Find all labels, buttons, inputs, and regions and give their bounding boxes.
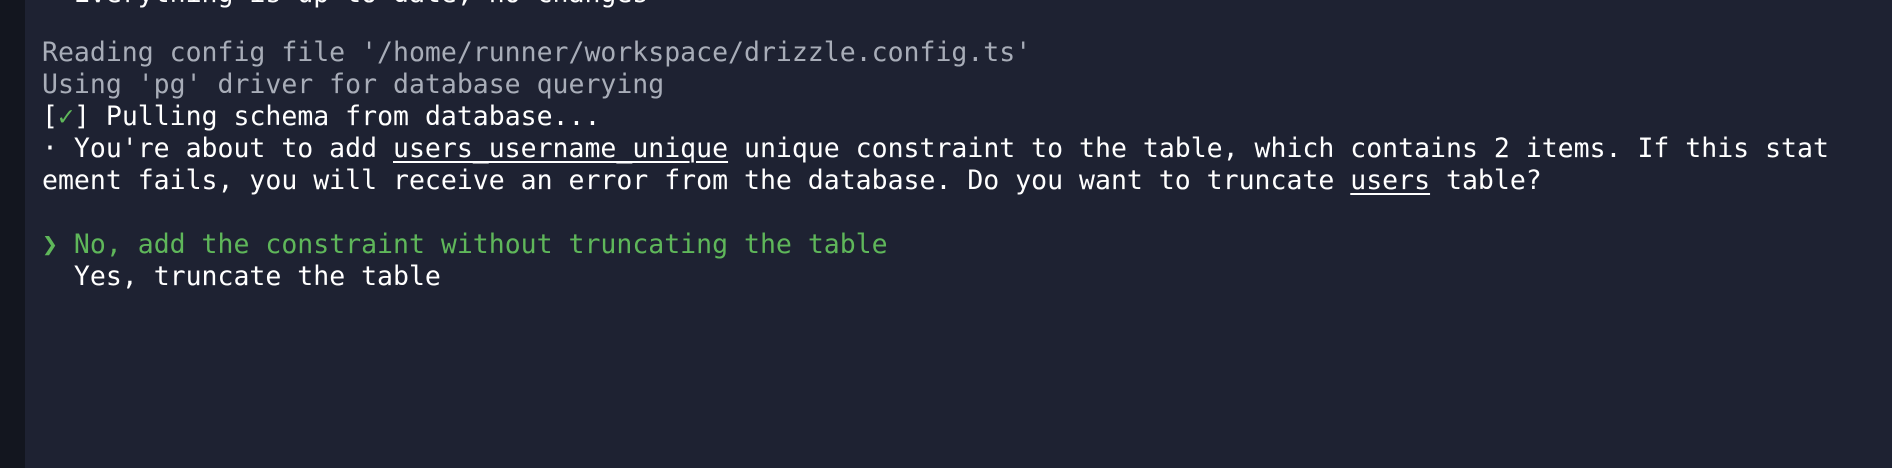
status-bracket-close: ]	[73, 101, 90, 132]
warning-middle-1: unique constraint to the table, which co…	[728, 133, 1829, 164]
pull-schema-status: [✓] Pulling schema from database...	[42, 101, 600, 133]
option-truncate[interactable]: Yes, truncate the table	[42, 261, 441, 293]
option-no-truncate[interactable]: ❯ No, add the constraint without truncat…	[42, 229, 888, 261]
warning-prefix: · You're about to add	[42, 133, 393, 164]
status-bracket-open: [	[42, 101, 58, 132]
driver-message: Using 'pg' driver for database querying	[42, 69, 665, 100]
option-spacer	[42, 261, 74, 292]
warning-middle-2: ement fails, you will receive an error f…	[42, 165, 1351, 196]
option-truncate-label: Yes, truncate the table	[73, 261, 441, 292]
config-file-message: Reading config file '/home/runner/worksp…	[42, 37, 1032, 68]
selection-pointer-icon: ❯	[42, 229, 74, 260]
constraint-warning-line-2: ement fails, you will receive an error f…	[42, 165, 1542, 197]
constraint-warning-line-1: · You're about to add users_username_uni…	[42, 133, 1829, 165]
clipped-output-line: Everything is up to date, no changes	[42, 0, 648, 10]
constraint-name: users_username_unique	[393, 133, 729, 164]
option-no-truncate-label: No, add the constraint without truncatin…	[73, 229, 888, 260]
pull-schema-text: Pulling schema from database...	[89, 101, 601, 132]
terminal-output[interactable]: Everything is up to date, no changes Rea…	[42, 0, 1874, 468]
check-icon: ✓	[57, 101, 74, 132]
warning-suffix: table?	[1430, 165, 1542, 196]
left-panel-edge	[0, 0, 25, 468]
table-name: users	[1350, 165, 1431, 196]
